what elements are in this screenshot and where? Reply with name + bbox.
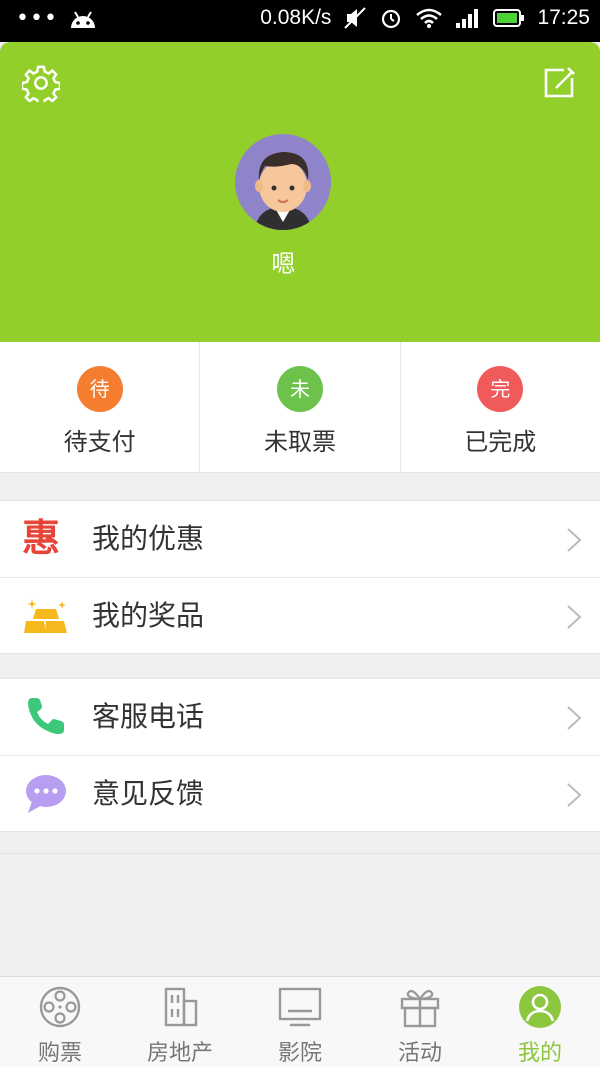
chevron-right-icon [567, 605, 582, 629]
screen-icon [278, 987, 322, 1027]
wifi-icon [416, 8, 443, 28]
menu-group-support: 客服电话 意见反馈 [0, 678, 600, 832]
tab-label: 影院 [277, 1041, 322, 1066]
menu-item-feedback[interactable]: 意见反馈 [0, 755, 600, 831]
status-bar: ••• 0.08K/s 17:25 [0, 0, 600, 42]
menu-item-my-discounts[interactable]: 惠 我的优惠 [0, 501, 600, 577]
menu-item-label: 意见反馈 [92, 777, 205, 810]
tab-real-estate[interactable]: 房地产 [120, 977, 240, 1067]
tab-mine[interactable]: 我的 [480, 977, 600, 1067]
menu-item-my-prizes[interactable]: 我的奖品 [0, 577, 600, 653]
more-dots-icon: ••• [16, 6, 58, 31]
bottom-tab-bar: 购票 房地产 影院 活动 我的 [0, 976, 600, 1067]
order-status-bar: 待 待支付 未 未取票 完 已完成 [0, 342, 600, 473]
tab-label: 房地产 [146, 1041, 213, 1066]
chevron-right-icon [567, 783, 582, 807]
menu-item-customer-service[interactable]: 客服电话 [0, 679, 600, 755]
username: 嗯 [271, 250, 296, 278]
pending-payment-label: 待支付 [63, 428, 136, 456]
avatar[interactable] [235, 134, 331, 230]
completed-label: 已完成 [464, 428, 537, 456]
gift-icon [400, 989, 440, 1028]
order-pending-payment[interactable]: 待 待支付 [0, 342, 201, 472]
phone-icon [28, 698, 64, 734]
menu-group-rewards: 惠 我的优惠 我的奖品 [0, 500, 600, 654]
menu-item-label: 我的奖品 [92, 599, 205, 632]
settings-gear-icon[interactable] [22, 64, 60, 102]
avatar-illustration [255, 152, 311, 230]
pending-payment-badge: 待 [76, 366, 123, 412]
tab-label: 活动 [397, 1041, 442, 1066]
discount-hui-icon: 惠 [22, 516, 61, 560]
completed-badge: 完 [477, 366, 524, 412]
menu-item-label: 客服电话 [92, 700, 205, 733]
tab-label: 购票 [37, 1041, 82, 1066]
chat-bubble-icon [26, 775, 66, 813]
android-icon [70, 11, 95, 28]
not-collected-badge: 未 [276, 366, 323, 412]
signal-icon [456, 9, 479, 28]
tab-label: 我的 [517, 1041, 562, 1066]
not-collected-label: 未取票 [263, 428, 336, 456]
alarm-icon [382, 9, 401, 29]
mute-icon [344, 7, 367, 29]
network-speed: 0.08K/s [260, 6, 332, 29]
chevron-right-icon [567, 706, 582, 730]
order-completed[interactable]: 完 已完成 [401, 342, 600, 472]
clock: 17:25 [537, 6, 590, 29]
edit-icon[interactable] [542, 66, 576, 100]
menu-item-label: 我的优惠 [92, 522, 205, 555]
battery-icon [493, 9, 525, 27]
divider [0, 853, 600, 854]
gold-bars-icon [24, 599, 67, 633]
person-icon [519, 986, 561, 1028]
tab-events[interactable]: 活动 [360, 977, 480, 1067]
tab-cinema[interactable]: 影院 [240, 977, 360, 1067]
film-reel-icon [39, 986, 81, 1028]
tab-tickets[interactable]: 购票 [0, 977, 120, 1067]
profile-header: 嗯 [0, 42, 600, 342]
chevron-right-icon [567, 528, 582, 552]
building-icon [164, 987, 198, 1027]
order-not-collected[interactable]: 未 未取票 [200, 342, 401, 472]
